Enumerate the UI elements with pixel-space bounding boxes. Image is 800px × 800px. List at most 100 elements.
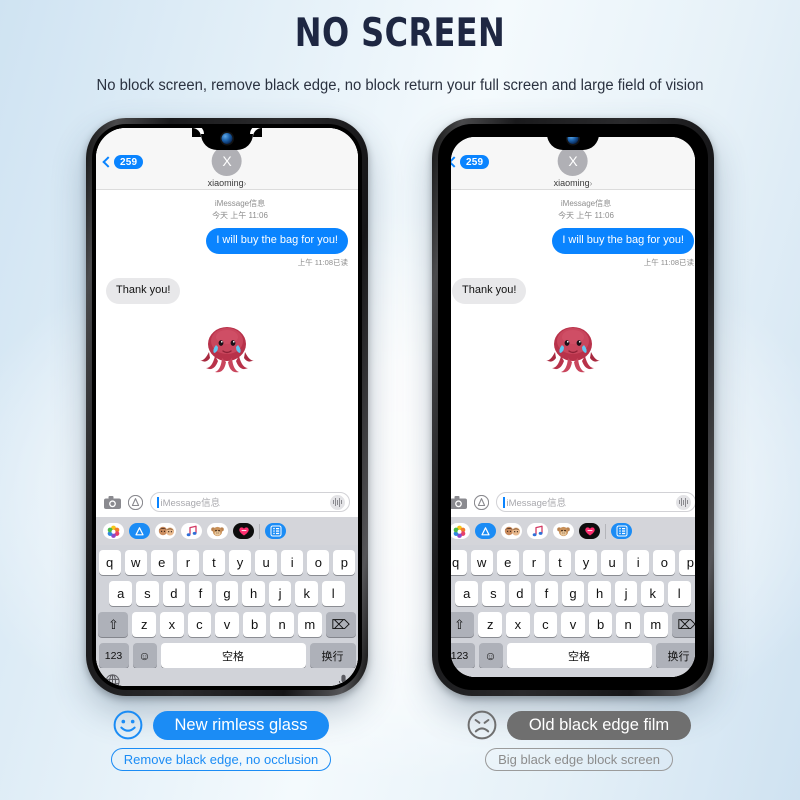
numeric-key[interactable]: 123 <box>98 643 129 668</box>
key-a[interactable]: a <box>109 581 133 606</box>
key-y[interactable]: y <box>575 550 598 575</box>
key-t[interactable]: t <box>202 550 225 575</box>
more-apps-icon[interactable] <box>265 523 286 539</box>
numeric-key[interactable]: 123 <box>451 643 475 668</box>
key-z[interactable]: z <box>478 612 503 637</box>
globe-icon[interactable] <box>451 673 466 678</box>
key-k[interactable]: k <box>641 581 664 606</box>
key-p[interactable]: p <box>679 550 695 575</box>
space-key[interactable]: 空格 <box>160 643 306 668</box>
message-bubble-outgoing[interactable]: I will buy the bag for you! <box>206 228 348 254</box>
music-app-icon[interactable] <box>527 523 548 539</box>
key-p[interactable]: p <box>333 550 356 575</box>
key-q[interactable]: q <box>98 550 121 575</box>
key-h[interactable]: h <box>588 581 611 606</box>
key-m[interactable]: m <box>643 612 668 637</box>
message-bubble-incoming[interactable]: Thank you! <box>106 277 181 304</box>
key-u[interactable]: u <box>601 550 624 575</box>
shift-key[interactable]: ⇧ <box>451 612 475 637</box>
return-key[interactable]: 换行 <box>309 643 356 668</box>
app-store-icon[interactable] <box>128 494 143 510</box>
key-f[interactable]: f <box>535 581 558 606</box>
microphone-icon[interactable] <box>684 674 695 678</box>
digital-touch-app-icon[interactable] <box>233 523 254 539</box>
message-input-field[interactable]: iMessage信息 <box>496 492 695 512</box>
key-w[interactable]: w <box>470 550 493 575</box>
emoji-key[interactable]: ☺ <box>132 643 157 668</box>
contact-header[interactable]: X xiaoming› <box>208 146 246 188</box>
key-w[interactable]: w <box>124 550 147 575</box>
digital-touch-app-icon[interactable] <box>579 523 600 539</box>
key-n[interactable]: n <box>270 612 294 637</box>
audio-waveform-icon[interactable] <box>330 494 345 510</box>
message-input-field[interactable]: iMessage信息 <box>150 492 350 512</box>
key-o[interactable]: o <box>307 550 330 575</box>
more-apps-icon[interactable] <box>611 523 632 539</box>
memoji-app-icon[interactable] <box>155 523 176 539</box>
photos-app-icon[interactable] <box>451 523 470 539</box>
key-l[interactable]: l <box>321 581 345 606</box>
crying-octopus-icon[interactable] <box>106 318 348 385</box>
globe-icon[interactable] <box>105 673 120 687</box>
message-bubble-incoming[interactable]: Thank you! <box>452 277 527 304</box>
key-c[interactable]: c <box>533 612 558 637</box>
space-key[interactable]: 空格 <box>506 643 652 668</box>
key-d[interactable]: d <box>162 581 186 606</box>
key-j[interactable]: j <box>268 581 292 606</box>
key-c[interactable]: c <box>187 612 212 637</box>
key-l[interactable]: l <box>667 581 691 606</box>
key-s[interactable]: s <box>136 581 159 606</box>
key-v[interactable]: v <box>561 612 585 637</box>
key-f[interactable]: f <box>189 581 212 606</box>
key-i[interactable]: i <box>281 550 304 575</box>
key-a[interactable]: a <box>455 581 479 606</box>
key-r[interactable]: r <box>522 550 545 575</box>
key-u[interactable]: u <box>255 550 278 575</box>
key-e[interactable]: e <box>496 550 519 575</box>
back-button[interactable]: 259 <box>451 155 490 169</box>
key-d[interactable]: d <box>508 581 532 606</box>
key-v[interactable]: v <box>215 612 239 637</box>
key-b[interactable]: b <box>242 612 267 637</box>
microphone-icon[interactable] <box>338 674 349 687</box>
backspace-key[interactable]: ⌦ <box>325 612 356 637</box>
return-key[interactable]: 换行 <box>655 643 695 668</box>
key-x[interactable]: x <box>160 612 184 637</box>
audio-waveform-icon[interactable] <box>676 494 691 510</box>
contact-header[interactable]: X xiaoming› <box>554 146 592 188</box>
photos-app-icon[interactable] <box>103 523 124 539</box>
key-m[interactable]: m <box>297 612 322 637</box>
key-h[interactable]: h <box>242 581 265 606</box>
key-k[interactable]: k <box>295 581 318 606</box>
key-x[interactable]: x <box>506 612 530 637</box>
key-n[interactable]: n <box>616 612 640 637</box>
animoji-app-icon[interactable] <box>553 523 574 539</box>
camera-icon[interactable] <box>451 495 467 509</box>
key-y[interactable]: y <box>229 550 252 575</box>
key-g[interactable]: g <box>215 581 239 606</box>
app-store-icon[interactable] <box>474 494 489 510</box>
back-button[interactable]: 259 <box>102 155 144 169</box>
app-store-app-icon[interactable] <box>129 523 150 539</box>
animoji-app-icon[interactable] <box>207 523 228 539</box>
app-store-app-icon[interactable] <box>475 523 496 539</box>
crying-octopus-icon[interactable] <box>452 318 694 385</box>
key-t[interactable]: t <box>548 550 571 575</box>
key-s[interactable]: s <box>482 581 505 606</box>
emoji-key[interactable]: ☺ <box>478 643 503 668</box>
key-g[interactable]: g <box>561 581 585 606</box>
shift-key[interactable]: ⇧ <box>98 612 129 637</box>
key-r[interactable]: r <box>176 550 199 575</box>
message-bubble-outgoing[interactable]: I will buy the bag for you! <box>552 228 694 254</box>
key-q[interactable]: q <box>451 550 467 575</box>
backspace-key[interactable]: ⌦ <box>671 612 695 637</box>
memoji-app-icon[interactable] <box>501 523 522 539</box>
key-o[interactable]: o <box>653 550 676 575</box>
key-i[interactable]: i <box>627 550 650 575</box>
key-b[interactable]: b <box>588 612 613 637</box>
key-j[interactable]: j <box>614 581 638 606</box>
key-e[interactable]: e <box>150 550 173 575</box>
key-z[interactable]: z <box>132 612 157 637</box>
camera-icon[interactable] <box>104 495 121 509</box>
music-app-icon[interactable] <box>181 523 202 539</box>
